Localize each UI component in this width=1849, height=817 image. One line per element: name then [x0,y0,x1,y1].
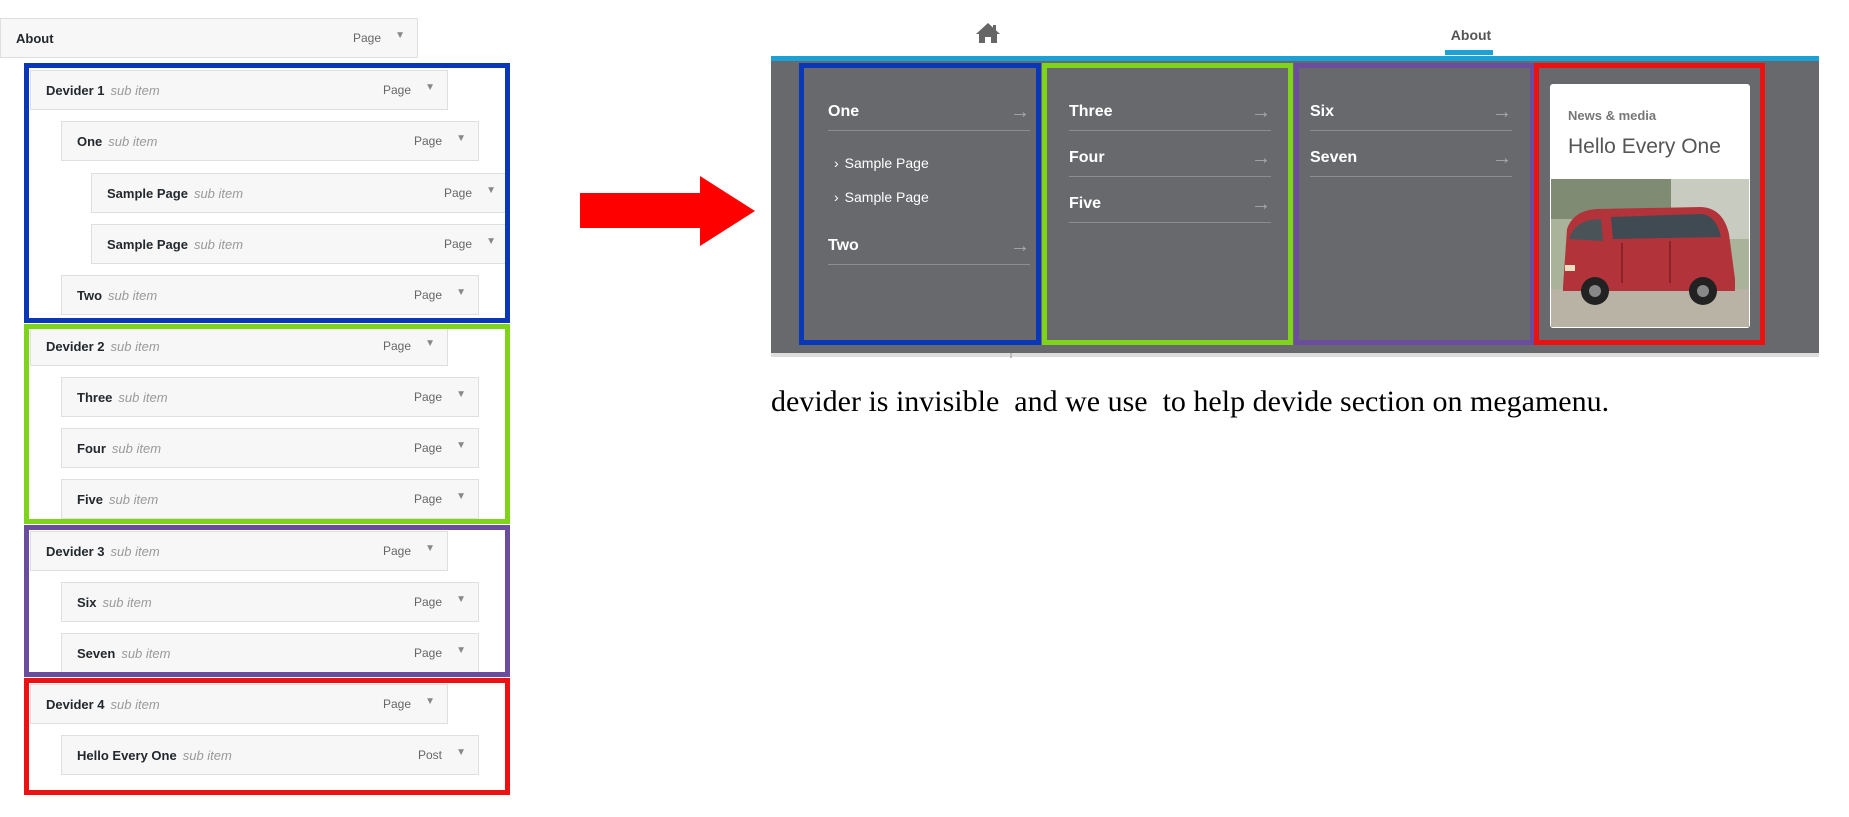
highlight-box-purple [24,525,510,677]
explanation-caption: devider is invisible and we use to help … [771,385,1610,418]
menu-item-type: Page [352,31,381,45]
home-icon[interactable] [975,22,1001,49]
nav-item-about[interactable]: About [1445,27,1497,43]
megamenu-highlight-blue [799,63,1041,345]
dropdown-arrow-icon[interactable]: ▼ [395,30,405,41]
megamenu-highlight-green [1042,63,1293,345]
megamenu-highlight-red [1534,63,1765,345]
nav-active-indicator [1445,50,1493,55]
megamenu-edge-tick [1010,353,1012,358]
megamenu-highlight-purple [1294,63,1535,345]
megamenu-bottom-edge [771,353,1819,357]
menu-item-about[interactable]: About Page ▼ [0,18,418,58]
highlight-box-blue [24,63,510,323]
menu-item-title: About [16,31,54,46]
highlight-box-green [24,324,510,524]
highlight-box-red [24,678,510,795]
